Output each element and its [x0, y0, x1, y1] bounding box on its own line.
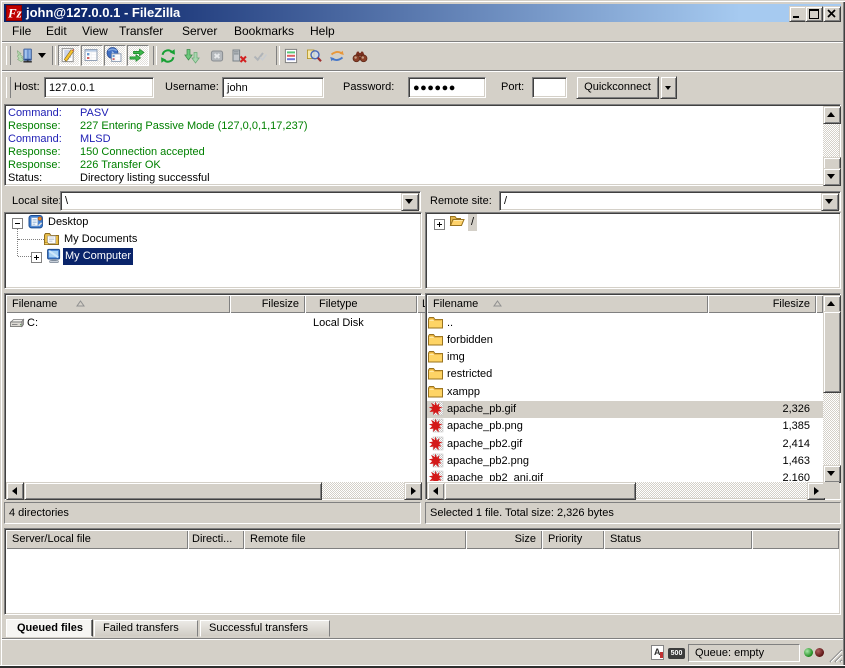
svg-text:Fz: Fz	[7, 6, 22, 21]
